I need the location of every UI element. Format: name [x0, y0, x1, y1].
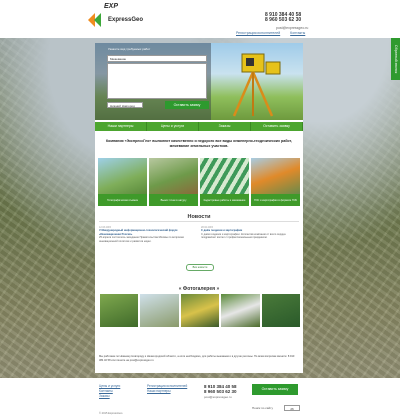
- news-item-text: 25 апреля состоялось заседание Правитель…: [99, 236, 184, 243]
- gallery-photo[interactable]: [261, 294, 301, 327]
- news-item-text: С днём геодезии и картографии. Коллектив…: [201, 232, 286, 240]
- service-photo: [200, 158, 249, 194]
- header-phones: 8 910 384 40 58 8 960 503 62 30: [265, 13, 301, 23]
- logo-name[interactable]: ExpressGeo: [108, 17, 143, 23]
- footer-phones: 8 910 384 40 58 8 960 503 62 30: [204, 384, 237, 394]
- link-contacts[interactable]: Контакты: [290, 31, 305, 35]
- gallery-heading: « Фотогалерея »: [178, 286, 220, 292]
- service-card[interactable]: Топографическая съемка: [98, 158, 147, 208]
- news-item[interactable]: 28.02.2015 С днём геодезии и картографии…: [201, 226, 299, 240]
- service-caption: Вынос точек в натуру: [149, 194, 198, 206]
- logo-exp-text: EXP: [104, 3, 119, 10]
- news-heading: Новости: [187, 214, 211, 220]
- nav-orders[interactable]: Заказы: [199, 122, 251, 131]
- nav-request[interactable]: Оставить заявку: [251, 122, 303, 131]
- search-input[interactable]: 26: [284, 405, 300, 411]
- callback-tab[interactable]: Обратный звонок: [391, 38, 400, 80]
- top-bar: [0, 0, 400, 38]
- hero-submit-button[interactable]: Оставить заявку: [165, 101, 209, 109]
- top-links: Регистрация исполнителей Контакты: [236, 31, 315, 35]
- footer-phone-2: 8 960 503 62 30: [204, 389, 237, 394]
- footer-links-2: Регистрация исполнителей Наши партнеры: [147, 384, 187, 394]
- footer-link-orders[interactable]: Заказы: [99, 394, 120, 399]
- link-registration[interactable]: Регистрация исполнителей: [236, 31, 280, 35]
- work-description-textarea[interactable]: [107, 63, 207, 99]
- service-caption: Кадастровые работы и межевание: [200, 194, 249, 206]
- service-caption: ГИС и картография в формате ГСБ: [251, 194, 300, 206]
- service-card[interactable]: Вынос точек в натуру: [149, 158, 198, 208]
- service-photo: [98, 158, 147, 194]
- news-item[interactable]: 12.03.2015 V Международный информационно…: [99, 226, 194, 243]
- services-grid: Топографическая съемка Вынос точек в нат…: [98, 158, 300, 208]
- footer-links-1: Цены и услуги Контакты Заказы: [99, 384, 120, 399]
- header-phone-2: 8 960 503 62 30: [265, 17, 302, 23]
- intro-text: Компания «ЭкспрессГео» выполнит качестве…: [105, 139, 293, 148]
- header-email[interactable]: post@expressgeo.ru: [276, 26, 308, 30]
- bottom-info-text: Мы работаем по Нижнему Новгороду и Нижег…: [99, 355, 295, 362]
- main-nav: Наши партнеры Цены и услуги Заказы Остав…: [95, 122, 303, 131]
- nav-partners[interactable]: Наши партнеры: [95, 122, 147, 131]
- search-label: Поиск по сайту: [252, 406, 274, 410]
- total-station-image: [232, 53, 281, 117]
- service-photo: [251, 158, 300, 194]
- service-card[interactable]: Кадастровые работы и межевание: [200, 158, 249, 208]
- gallery-photo[interactable]: [180, 294, 220, 327]
- service-photo: [149, 158, 198, 194]
- work-type-select[interactable]: Межевание: [107, 55, 207, 62]
- photo-gallery: [100, 294, 301, 327]
- news-item-title[interactable]: V Международный информационно-технологич…: [99, 229, 194, 236]
- all-news-button[interactable]: Все новости: [186, 264, 214, 271]
- gallery-photo[interactable]: [140, 294, 179, 327]
- copyright: © 2015 ExpressGeo: [99, 412, 123, 415]
- gallery-photo[interactable]: [221, 294, 260, 327]
- hero-form-label: Укажите вид требуемых работ: [108, 47, 151, 51]
- region-select[interactable]: Нижний Новгород: [107, 102, 143, 108]
- news-divider: [99, 221, 299, 222]
- service-caption: Топографическая съемка: [98, 194, 147, 206]
- footer-request-button[interactable]: Оставить заявку: [252, 384, 298, 395]
- footer-link-partners[interactable]: Наши партнеры: [147, 389, 187, 394]
- gallery-photo[interactable]: [100, 294, 139, 327]
- footer-email[interactable]: post@expressgeo.ru: [204, 395, 232, 399]
- logo-icon[interactable]: [88, 13, 104, 27]
- service-card[interactable]: ГИС и картография в формате ГСБ: [251, 158, 300, 208]
- nav-prices[interactable]: Цены и услуги: [147, 122, 199, 131]
- footer: [0, 378, 400, 419]
